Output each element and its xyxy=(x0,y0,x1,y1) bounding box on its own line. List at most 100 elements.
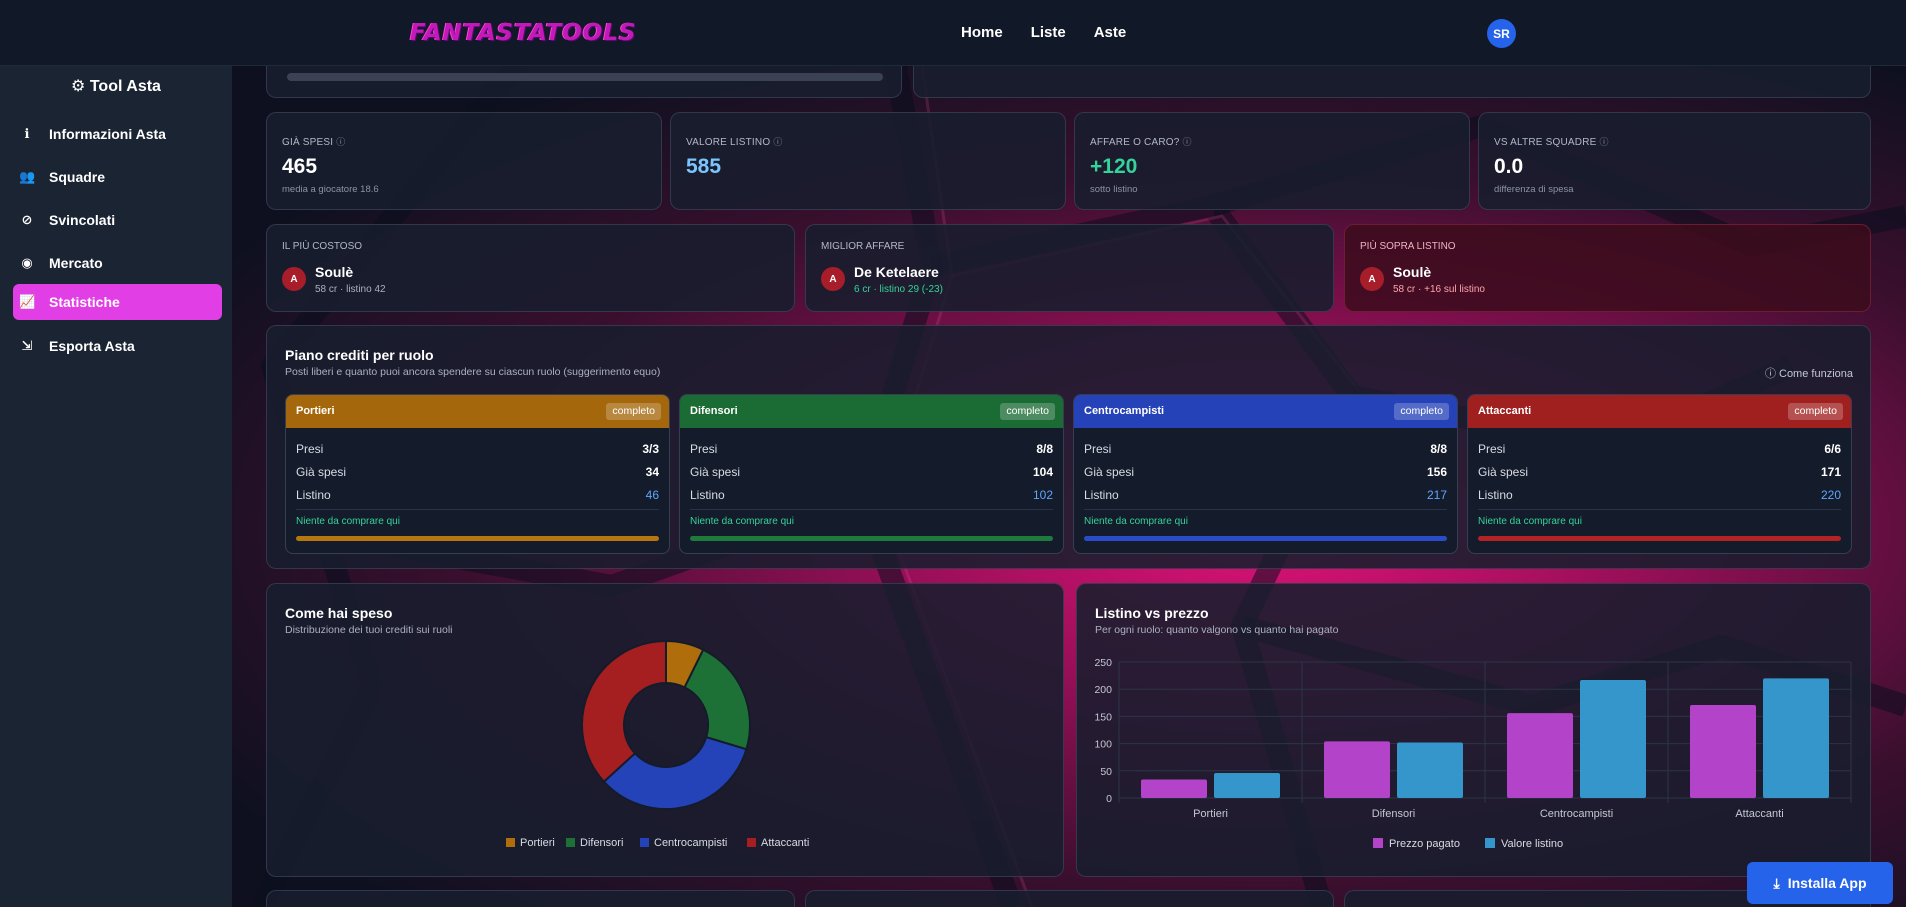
stat-card-gia-spesi: GIÀ SPESI ⓘ 465 media a giocatore 18.6 xyxy=(266,112,662,210)
nav-aste[interactable]: Aste xyxy=(1094,24,1127,41)
user-avatar[interactable]: SR xyxy=(1487,19,1516,48)
chart-line-icon: 📈 xyxy=(19,294,36,309)
divider xyxy=(690,509,1053,510)
help-icon[interactable]: ⓘ xyxy=(773,137,782,147)
legend-label[interactable]: Difensori xyxy=(580,837,623,849)
highlight-piu-sopra-listino: PIÙ SOPRA LISTINO A Soulè 58 cr · +16 su… xyxy=(1344,224,1871,312)
y-tick-label: 250 xyxy=(1094,657,1112,669)
bar-prezzo-pagato-centrocampisti[interactable] xyxy=(1507,713,1573,798)
sidebar-item-informazioni-asta[interactable]: ℹ Informazioni Asta xyxy=(13,116,222,152)
users-icon: 👥 xyxy=(19,169,36,184)
bar-prezzo-pagato-portieri[interactable] xyxy=(1141,779,1207,798)
player-detail: 58 cr · +16 sul listino xyxy=(1393,284,1485,295)
status-badge: completo xyxy=(1000,403,1055,420)
highlight-miglior-affare: MIGLIOR AFFARE A De Ketelaere 6 cr · lis… xyxy=(805,224,1334,312)
download-icon: ⤓ xyxy=(1773,874,1780,891)
legend-label[interactable]: Valore listino xyxy=(1501,838,1563,850)
y-tick-label: 0 xyxy=(1106,793,1112,805)
player-name[interactable]: De Ketelaere xyxy=(854,264,939,280)
stat-value: +120 xyxy=(1090,155,1138,178)
divider xyxy=(296,509,659,510)
role-card-portieri: Portieri completo Presi 3/3 Già spesi 34 L… xyxy=(285,394,670,554)
legend-label[interactable]: Attaccanti xyxy=(761,837,809,849)
status-badge: completo xyxy=(1788,403,1843,420)
sidebar-title: ⚙ Tool Asta xyxy=(71,78,161,95)
progress-bar xyxy=(296,536,659,541)
info-icon: ℹ xyxy=(24,126,30,141)
nav-home[interactable]: Home xyxy=(961,24,1003,41)
help-icon[interactable]: ⓘ xyxy=(336,137,345,147)
help-icon[interactable]: ⓘ xyxy=(1183,137,1192,147)
install-app-button[interactable]: ⤓ Installa App xyxy=(1747,862,1893,904)
sidebar-item-statistiche[interactable]: 📈 Statistiche xyxy=(13,284,222,320)
sidebar-item-mercato[interactable]: ◉ Mercato xyxy=(13,245,222,281)
main-nav: Home Liste Aste xyxy=(961,24,1126,41)
question-icon: ⓘ xyxy=(1764,368,1776,380)
legend-swatch xyxy=(1373,838,1383,848)
role-card-attaccanti: Attaccanti completo Presi 6/6 Già spesi 17… xyxy=(1467,394,1852,554)
divider xyxy=(1478,509,1841,510)
bar-prezzo-pagato-difensori[interactable] xyxy=(1324,741,1390,798)
status-badge: completo xyxy=(606,403,661,420)
legend-label[interactable]: Portieri xyxy=(520,837,555,849)
bar-valore-listino-centrocampisti[interactable] xyxy=(1580,679,1646,798)
coins-icon: ◉ xyxy=(21,255,33,270)
stat-sub: differenza di spesa xyxy=(1494,184,1574,195)
bottom-panel-partial-1 xyxy=(266,890,795,907)
progress-bar xyxy=(1084,536,1447,541)
legend-swatch xyxy=(506,838,515,847)
user-slash-icon: ⊘ xyxy=(21,212,33,227)
role-card-centrocampisti: Centrocampisti completo Presi 8/8 Già spe… xyxy=(1073,394,1458,554)
sidebar: ⚙ Tool Asta ℹ Informazioni Asta 👥 Squadr… xyxy=(0,66,232,907)
stat-card-affare-o-caro: AFFARE O CARO? ⓘ +120 sotto listino xyxy=(1074,112,1470,210)
listino-vs-prezzo-section: Listino vs prezzo Per ogni ruolo: quanto… xyxy=(1076,583,1871,877)
legend-swatch xyxy=(747,838,756,847)
stat-sub: sotto listino xyxy=(1090,184,1138,195)
legend-swatch xyxy=(566,838,575,847)
come-hai-speso-section: Come hai speso Distribuzione dei tuoi cr… xyxy=(266,583,1064,877)
bottom-panel-partial-2 xyxy=(805,890,1334,907)
progress-bar xyxy=(690,536,1053,541)
role-badge: A xyxy=(282,267,306,291)
role-card-difensori: Difensori completo Presi 8/8 Già spesi 104… xyxy=(679,394,1064,554)
donut-chart[interactable]: Portieri Difensori Centrocampisti Attaccant… xyxy=(267,584,1065,878)
piano-crediti-section: Piano crediti per ruolo Posti liberi e q… xyxy=(266,325,1871,569)
player-detail: 58 cr · listino 42 xyxy=(315,284,386,295)
bar-valore-listino-portieri[interactable] xyxy=(1214,772,1280,798)
sidebar-item-esporta-asta[interactable]: ⇲ Esporta Asta xyxy=(13,328,222,364)
player-detail: 6 cr · listino 29 (-23) xyxy=(854,284,943,295)
nav-liste[interactable]: Liste xyxy=(1031,24,1066,41)
top-navbar: FANTASTATOOLS Home Liste Aste SR xyxy=(0,0,1906,66)
sidebar-item-svincolati[interactable]: ⊘ Svincolati xyxy=(13,202,222,238)
highlight-piu-costoso: IL PIÙ COSTOSO A Soulè 58 cr · listino 4… xyxy=(266,224,795,312)
section-subtitle: Posti liberi e quanto puoi ancora spende… xyxy=(285,366,661,378)
sidebar-item-squadre[interactable]: 👥 Squadre xyxy=(13,159,222,195)
help-icon[interactable]: ⓘ xyxy=(1600,137,1609,147)
legend-label[interactable]: Centrocampisti xyxy=(654,837,727,849)
bar-valore-listino-difensori[interactable] xyxy=(1397,742,1463,798)
stat-card-valore-listino: VALORE LISTINO ⓘ 585 xyxy=(670,112,1066,210)
stat-value: 585 xyxy=(686,155,722,178)
app-logo[interactable]: FANTASTATOOLS xyxy=(410,20,637,46)
legend-label[interactable]: Prezzo pagato xyxy=(1389,838,1460,850)
bar-chart[interactable]: 0 50 100 150 200 250 Portieri Difensori Centroca… xyxy=(1077,584,1872,878)
legend-swatch xyxy=(1485,838,1495,848)
player-name[interactable]: Soulè xyxy=(315,264,353,280)
come-funziona-link[interactable]: ⓘ Come funziona xyxy=(1765,365,1853,381)
donut-slice-attaccanti[interactable] xyxy=(581,639,667,784)
divider xyxy=(1084,509,1447,510)
x-tick-label: Attaccanti xyxy=(1735,808,1783,820)
y-tick-label: 200 xyxy=(1094,684,1112,696)
bar-prezzo-pagato-attaccanti[interactable] xyxy=(1690,704,1756,798)
role-badge: A xyxy=(1360,267,1384,291)
bar-valore-listino-attaccanti[interactable] xyxy=(1763,678,1829,798)
status-badge: completo xyxy=(1394,403,1449,420)
y-tick-label: 100 xyxy=(1094,739,1112,751)
progress-bar xyxy=(1478,536,1841,541)
y-tick-label: 50 xyxy=(1100,766,1112,778)
section-title: Piano crediti per ruolo xyxy=(285,347,434,363)
role-badge: A xyxy=(821,267,845,291)
player-name[interactable]: Soulè xyxy=(1393,264,1431,280)
x-tick-label: Centrocampisti xyxy=(1540,808,1613,820)
x-tick-label: Difensori xyxy=(1372,808,1415,820)
